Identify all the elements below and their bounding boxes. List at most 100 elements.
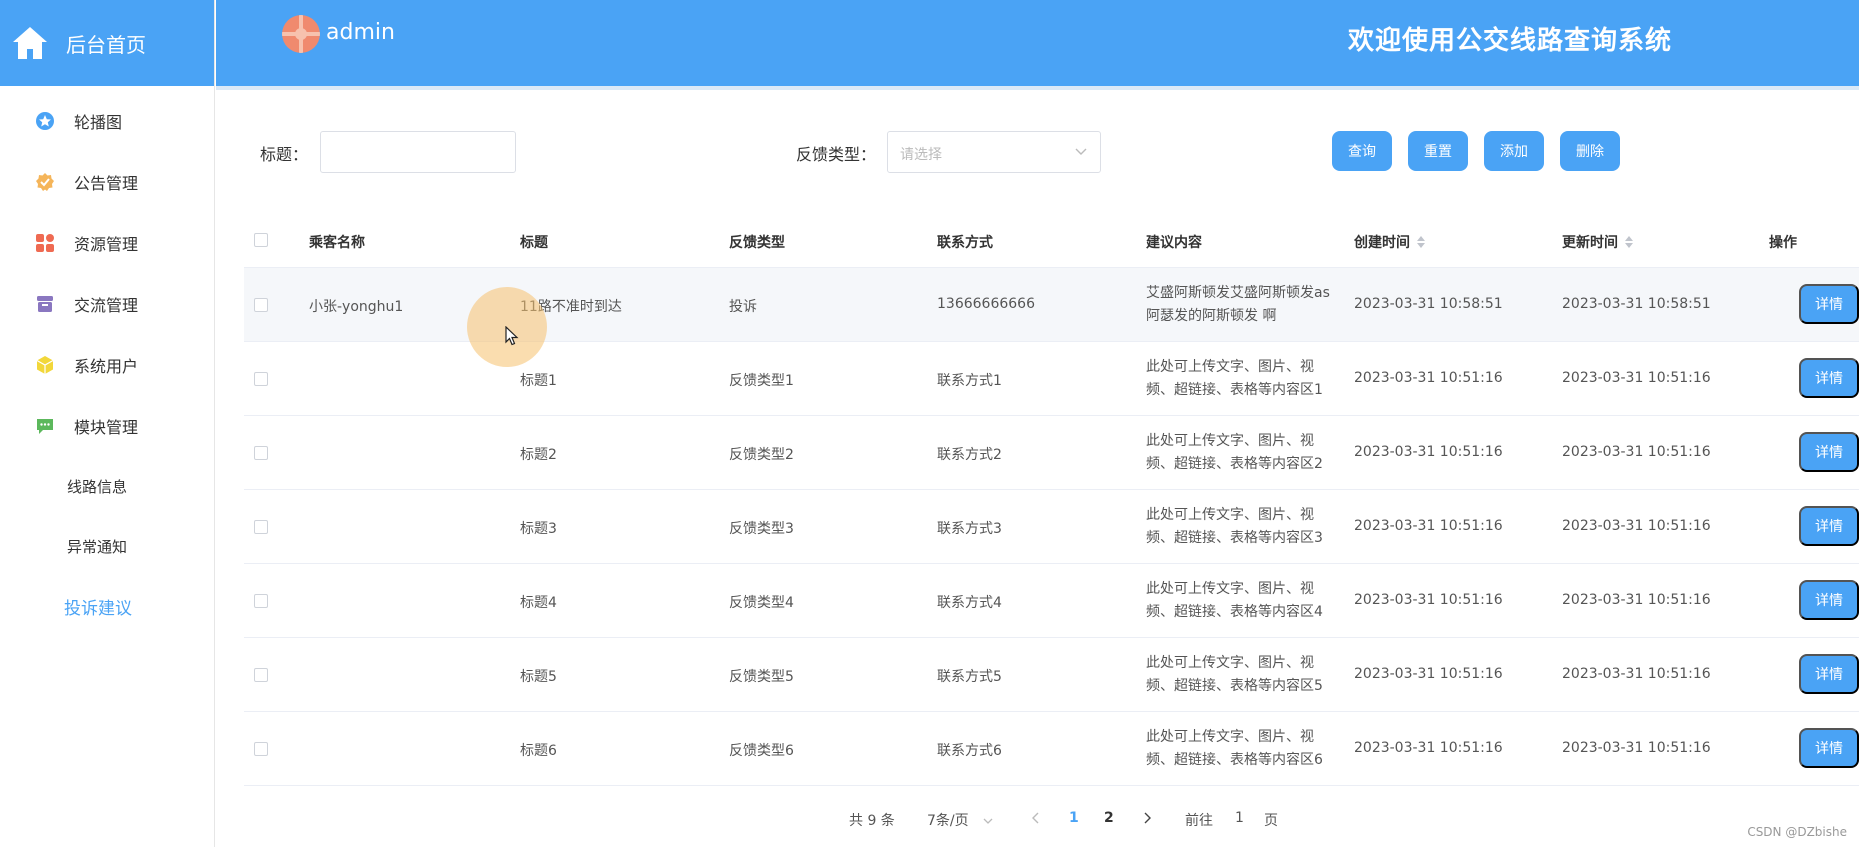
chevron-down-icon <box>983 818 993 824</box>
page-number-2[interactable]: 2 <box>1104 810 1114 826</box>
avatar[interactable] <box>282 15 320 53</box>
sidebar-item-label: 交流管理 <box>74 295 139 315</box>
chat-icon <box>34 415 56 437</box>
pagination-total: 共 9 条 <box>849 813 895 829</box>
chevron-right-icon[interactable] <box>1142 812 1152 824</box>
cell-type: 反馈类型5 <box>729 669 794 685</box>
page-number-1[interactable]: 1 <box>1069 810 1079 826</box>
cell-updated: 2023-03-31 10:51:16 <box>1562 518 1711 534</box>
detail-button[interactable]: 详情 <box>1799 358 1859 398</box>
col-title: 标题 <box>520 235 548 251</box>
watermark: CSDN @DZbishe <box>1747 825 1847 839</box>
col-contact: 联系方式 <box>937 235 993 251</box>
sidebar-subitem-route-info[interactable]: 线路信息 <box>0 456 214 516</box>
sidebar-subitem-complaint[interactable]: 投诉建议 <box>0 576 214 636</box>
sidebar-subitem-label: 线路信息 <box>67 477 128 496</box>
cell-updated: 2023-03-31 10:51:16 <box>1562 592 1711 608</box>
cell-type: 反馈类型4 <box>729 595 794 611</box>
cell-created: 2023-03-31 10:51:16 <box>1354 370 1503 386</box>
sidebar-item-resource[interactable]: 资源管理 <box>0 212 214 273</box>
sidebar-item-label: 轮播图 <box>74 112 123 132</box>
col-created-label: 创建时间 <box>1354 235 1410 251</box>
cell-content: 此处可上传文字、图片、视频、超链接、表格等内容区5 <box>1146 655 1323 694</box>
detail-button[interactable]: 详情 <box>1799 580 1859 620</box>
type-filter-placeholder: 请选择 <box>900 147 942 163</box>
detail-button[interactable]: 详情 <box>1799 654 1859 694</box>
col-actions: 操作 <box>1769 235 1797 251</box>
sidebar-item-label: 系统用户 <box>74 356 139 376</box>
row-checkbox[interactable] <box>254 372 268 386</box>
star-icon <box>34 110 56 132</box>
cell-title: 标题3 <box>520 521 557 537</box>
mouse-pointer-icon <box>505 326 519 346</box>
sidebar: 后台首页 轮播图 公告管理 资源管理 交流管理 系统用户 模块管理 线路信息 异… <box>0 0 215 847</box>
badge-icon <box>34 171 56 193</box>
cell-content: 艾盛阿斯顿发艾盛阿斯顿发as阿瑟发的阿斯顿发 啊 <box>1146 285 1330 324</box>
user-name[interactable]: admin <box>326 20 395 45</box>
cell-contact: 联系方式2 <box>937 447 1002 463</box>
sidebar-item-label: 资源管理 <box>74 234 139 254</box>
type-filter-select[interactable]: 请选择 <box>887 131 1101 173</box>
cell-title: 标题5 <box>520 669 557 685</box>
sort-icon[interactable] <box>1416 235 1426 249</box>
cell-content: 此处可上传文字、图片、视频、超链接、表格等内容区3 <box>1146 507 1323 546</box>
col-created[interactable]: 创建时间 <box>1354 232 1426 252</box>
detail-button[interactable]: 详情 <box>1799 728 1859 768</box>
col-content: 建议内容 <box>1146 235 1202 251</box>
sidebar-item-module[interactable]: 模块管理 <box>0 395 214 456</box>
detail-button[interactable]: 详情 <box>1799 506 1859 546</box>
sidebar-item-exchange[interactable]: 交流管理 <box>0 273 214 334</box>
page-size-select[interactable]: 7条/页 <box>927 810 993 830</box>
sidebar-item-notice[interactable]: 公告管理 <box>0 151 214 212</box>
cell-type: 投诉 <box>729 299 757 315</box>
cell-updated: 2023-03-31 10:51:16 <box>1562 740 1711 756</box>
cell-contact: 联系方式6 <box>937 743 1002 759</box>
goto-page-input[interactable]: 1 <box>1235 810 1244 826</box>
table-row: 标题4 反馈类型4 联系方式4 此处可上传文字、图片、视频、超链接、表格等内容区… <box>244 564 1859 638</box>
cell-type: 反馈类型2 <box>729 447 794 463</box>
select-all-checkbox[interactable] <box>254 233 268 247</box>
chevron-left-icon[interactable] <box>1031 812 1041 824</box>
detail-button[interactable]: 详情 <box>1799 284 1859 324</box>
cell-title: 标题1 <box>520 373 557 389</box>
cell-updated: 2023-03-31 10:58:51 <box>1562 296 1711 312</box>
col-updated[interactable]: 更新时间 <box>1562 232 1634 252</box>
table-row: 标题5 反馈类型5 联系方式5 此处可上传文字、图片、视频、超链接、表格等内容区… <box>244 638 1859 712</box>
detail-button[interactable]: 详情 <box>1799 432 1859 472</box>
sidebar-home-label: 后台首页 <box>66 32 146 57</box>
cell-contact: 联系方式1 <box>937 373 1002 389</box>
sort-icon[interactable] <box>1624 235 1634 249</box>
row-checkbox[interactable] <box>254 742 268 756</box>
col-type: 反馈类型 <box>729 235 785 251</box>
add-button[interactable]: 添加 <box>1484 131 1544 171</box>
row-checkbox[interactable] <box>254 668 268 682</box>
cell-type: 反馈类型6 <box>729 743 794 759</box>
cell-created: 2023-03-31 10:51:16 <box>1354 518 1503 534</box>
cell-updated: 2023-03-31 10:51:16 <box>1562 444 1711 460</box>
title-filter-label: 标题： <box>260 145 309 164</box>
table-row: 标题6 反馈类型6 联系方式6 此处可上传文字、图片、视频、超链接、表格等内容区… <box>244 712 1859 786</box>
query-button[interactable]: 查询 <box>1332 131 1392 171</box>
cell-created: 2023-03-31 10:51:16 <box>1354 592 1503 608</box>
row-checkbox[interactable] <box>254 298 268 312</box>
sidebar-item-sysuser[interactable]: 系统用户 <box>0 334 214 395</box>
sidebar-home-link[interactable]: 后台首页 <box>0 0 214 86</box>
cell-content: 此处可上传文字、图片、视频、超链接、表格等内容区4 <box>1146 581 1323 620</box>
row-checkbox[interactable] <box>254 446 268 460</box>
cell-title: 标题2 <box>520 447 557 463</box>
row-checkbox[interactable] <box>254 520 268 534</box>
table-header: 乘客名称 标题 反馈类型 联系方式 建议内容 创建时间 更新时间 操作 <box>244 213 1859 268</box>
reset-button[interactable]: 重置 <box>1408 131 1468 171</box>
sidebar-subitem-exception-notice[interactable]: 异常通知 <box>0 516 214 576</box>
cell-passenger: 小张-yonghu1 <box>309 299 404 315</box>
title-filter-input[interactable] <box>320 131 516 173</box>
cell-created: 2023-03-31 10:51:16 <box>1354 444 1503 460</box>
sidebar-item-carousel[interactable]: 轮播图 <box>0 90 214 151</box>
table-row: 标题2 反馈类型2 联系方式2 此处可上传文字、图片、视频、超链接、表格等内容区… <box>244 416 1859 490</box>
sidebar-item-label: 公告管理 <box>74 173 139 193</box>
delete-button[interactable]: 删除 <box>1560 131 1620 171</box>
sidebar-item-label: 模块管理 <box>74 417 139 437</box>
cell-contact: 联系方式5 <box>937 669 1002 685</box>
main-content: 标题： 反馈类型： 请选择 查询 重置 添加 删除 乘客名称 标题 反馈类型 联… <box>216 90 1859 847</box>
row-checkbox[interactable] <box>254 594 268 608</box>
